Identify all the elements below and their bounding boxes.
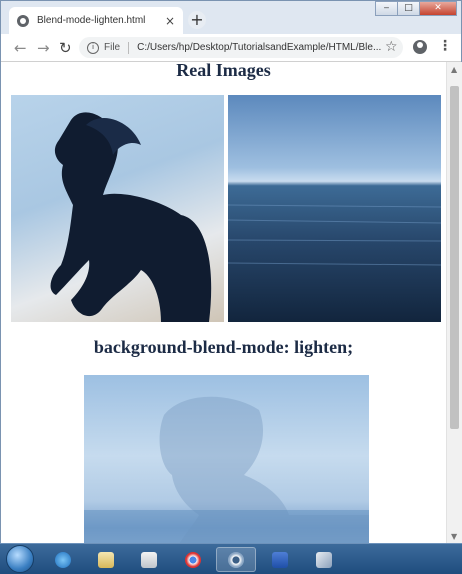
address-url: C:/Users/hp/Desktop/TutorialsandExample/…: [137, 42, 382, 53]
browser-window: Blend-mode-lighten.html × + ‒ □ ✕ ← → ↻ …: [0, 0, 462, 544]
bookmark-star-icon[interactable]: ☆: [385, 39, 398, 55]
close-window-button[interactable]: ✕: [419, 1, 457, 16]
profile-avatar-icon[interactable]: [413, 40, 427, 54]
address-scheme: File: [104, 42, 121, 53]
address-divider: [128, 41, 130, 54]
horse-silhouette: [50, 112, 212, 322]
back-button[interactable]: ←: [14, 39, 27, 57]
address-bar[interactable]: i File C:/Users/hp/Desktop/TutorialsandE…: [79, 37, 403, 58]
chrome-icon[interactable]: [174, 547, 212, 572]
sea-image: [228, 95, 441, 322]
heading-blend-mode: background-blend-mode: lighten;: [93, 337, 354, 357]
window-controls: ‒ □ ✕: [375, 1, 457, 16]
maximize-button[interactable]: □: [397, 1, 420, 16]
media-player-icon[interactable]: [132, 547, 166, 572]
browser-toolbar: ← → ↻ i File C:/Users/hp/Desktop/Tutoria…: [1, 34, 461, 62]
forward-button[interactable]: →: [37, 39, 50, 57]
internet-explorer-icon[interactable]: [46, 547, 80, 572]
tab-title: Blend-mode-lighten.html: [37, 15, 146, 26]
chrome-active-icon[interactable]: [216, 547, 256, 572]
file-explorer-icon[interactable]: [87, 547, 125, 572]
page-viewport: Real Images background-blend-mode: light…: [1, 62, 446, 544]
horse-image: [11, 95, 224, 322]
blended-image: [84, 375, 369, 544]
minimize-button[interactable]: ‒: [375, 1, 398, 16]
blended-silhouette: [84, 396, 369, 544]
word-icon[interactable]: [262, 547, 298, 572]
scrollbar-thumb[interactable]: [450, 86, 459, 429]
browser-tab[interactable]: Blend-mode-lighten.html ×: [9, 7, 183, 34]
globe-icon: [17, 14, 29, 27]
menu-icon[interactable]: ⋮: [438, 38, 452, 54]
sea-waves: [228, 204, 441, 266]
reload-button[interactable]: ↻: [59, 39, 72, 57]
paint-icon[interactable]: [305, 547, 343, 572]
tab-close-icon[interactable]: ×: [165, 14, 175, 28]
new-tab-button[interactable]: +: [188, 11, 206, 29]
scroll-up-icon[interactable]: ▲: [451, 65, 457, 74]
title-bar: Blend-mode-lighten.html × + ‒ □ ✕: [1, 1, 461, 34]
start-orb-icon[interactable]: [6, 545, 34, 573]
heading-real-images: Real Images: [176, 62, 271, 80]
info-icon[interactable]: i: [87, 41, 99, 54]
scroll-down-icon[interactable]: ▼: [451, 532, 457, 541]
taskbar: [0, 543, 462, 574]
vertical-scrollbar[interactable]: ▲ ▼: [446, 62, 462, 544]
